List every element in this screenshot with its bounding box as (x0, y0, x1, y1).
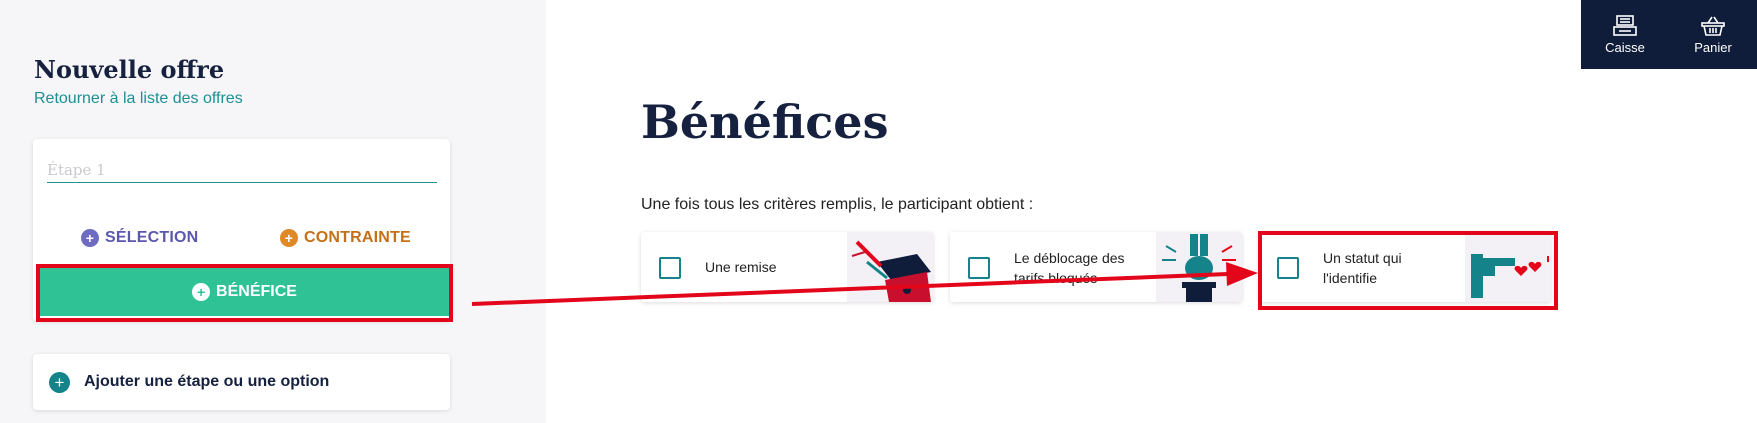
option-checkbox[interactable] (968, 257, 990, 279)
step-name-input[interactable] (47, 157, 437, 183)
gift-box-illustration-icon (851, 240, 931, 302)
benefice-label: BÉNÉFICE (216, 283, 297, 300)
selection-label: SÉLECTION (105, 229, 199, 246)
caisse-button[interactable]: Caisse (1581, 0, 1669, 69)
option-label: Une remise (705, 259, 777, 275)
benefit-option-statut[interactable]: Un statut qui l'identifie (1259, 232, 1551, 302)
add-step-label: Ajouter une étape ou une option (84, 373, 330, 390)
offer-title: Nouvelle offre (34, 55, 225, 84)
statut-illustration (1465, 232, 1551, 302)
basket-icon (1701, 16, 1725, 36)
add-step-button[interactable]: + Ajouter une étape ou une option (33, 354, 450, 410)
benefit-option-remise[interactable]: Une remise (641, 232, 933, 302)
panier-label: Panier (1694, 39, 1732, 55)
remise-illustration (847, 232, 933, 302)
page-title: Bénéfices (641, 95, 889, 149)
plus-circle-icon: + (49, 371, 70, 393)
option-label: Le déblocage des tarifs bloqués (1014, 250, 1125, 286)
add-contrainte-button[interactable]: + CONTRAINTE (280, 229, 411, 247)
bunny-hat-illustration-icon (1162, 234, 1236, 302)
add-selection-button[interactable]: + SÉLECTION (81, 229, 198, 247)
panier-button[interactable]: Panier (1669, 0, 1757, 69)
page-subtitle: Une fois tous les critères remplis, le p… (641, 196, 1034, 213)
plus-circle-icon: + (280, 229, 298, 247)
option-checkbox[interactable] (659, 257, 681, 279)
top-actions: Caisse Panier (1581, 0, 1757, 69)
benefit-option-deblocage[interactable]: Le déblocage des tarifs bloqués (950, 232, 1242, 302)
cash-register-icon (1613, 14, 1637, 36)
offer-sidebar: Nouvelle offre Retourner à la liste des … (0, 0, 546, 423)
hand-hearts-illustration-icon (1471, 254, 1549, 298)
add-benefice-button[interactable]: + BÉNÉFICE (40, 268, 449, 316)
caisse-label: Caisse (1605, 39, 1645, 55)
plus-circle-icon: + (192, 283, 211, 301)
deblocage-illustration (1156, 232, 1242, 302)
contrainte-label: CONTRAINTE (304, 229, 411, 246)
app-root: Nouvelle offre Retourner à la liste des … (0, 0, 1757, 423)
option-checkbox[interactable] (1277, 257, 1299, 279)
option-label: Un statut qui l'identifie (1323, 250, 1402, 286)
back-to-offers-link[interactable]: Retourner à la liste des offres (34, 90, 243, 108)
plus-circle-icon: + (81, 229, 99, 247)
